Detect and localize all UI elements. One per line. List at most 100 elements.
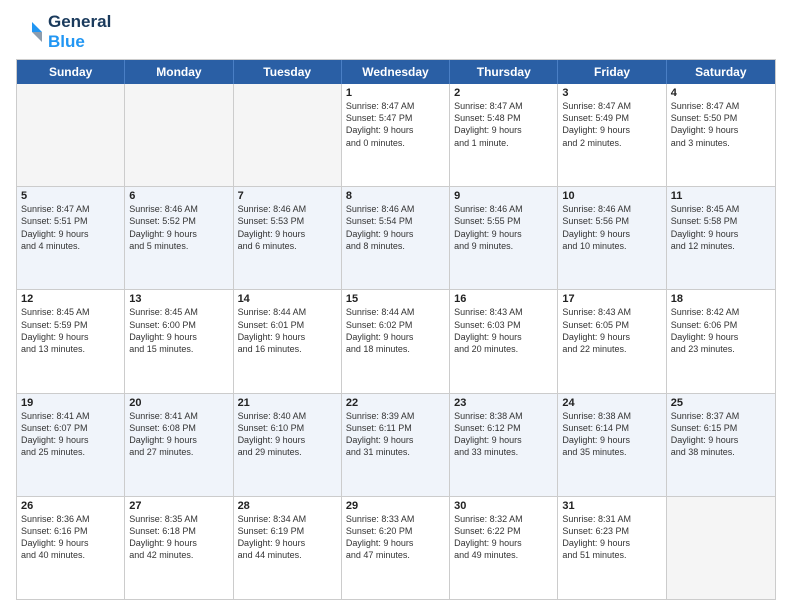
calendar-day-cell: 17Sunrise: 8:43 AM Sunset: 6:05 PM Dayli… bbox=[558, 290, 666, 392]
calendar-day-cell: 7Sunrise: 8:46 AM Sunset: 5:53 PM Daylig… bbox=[234, 187, 342, 289]
day-number: 18 bbox=[671, 293, 771, 305]
calendar-day-cell: 6Sunrise: 8:46 AM Sunset: 5:52 PM Daylig… bbox=[125, 187, 233, 289]
calendar-day-cell: 19Sunrise: 8:41 AM Sunset: 6:07 PM Dayli… bbox=[17, 394, 125, 496]
calendar-day-cell: 21Sunrise: 8:40 AM Sunset: 6:10 PM Dayli… bbox=[234, 394, 342, 496]
calendar-day-cell: 5Sunrise: 8:47 AM Sunset: 5:51 PM Daylig… bbox=[17, 187, 125, 289]
day-number: 10 bbox=[562, 190, 661, 202]
calendar-body: 1Sunrise: 8:47 AM Sunset: 5:47 PM Daylig… bbox=[17, 84, 775, 599]
day-number: 31 bbox=[562, 500, 661, 512]
day-number: 30 bbox=[454, 500, 553, 512]
day-info: Sunrise: 8:33 AM Sunset: 6:20 PM Dayligh… bbox=[346, 513, 445, 562]
day-number: 24 bbox=[562, 397, 661, 409]
weekday-header: Monday bbox=[125, 60, 233, 84]
calendar-day-cell: 23Sunrise: 8:38 AM Sunset: 6:12 PM Dayli… bbox=[450, 394, 558, 496]
logo: General Blue bbox=[16, 12, 111, 51]
calendar-day-cell: 30Sunrise: 8:32 AM Sunset: 6:22 PM Dayli… bbox=[450, 497, 558, 599]
calendar-row: 12Sunrise: 8:45 AM Sunset: 5:59 PM Dayli… bbox=[17, 290, 775, 393]
day-info: Sunrise: 8:42 AM Sunset: 6:06 PM Dayligh… bbox=[671, 306, 771, 355]
day-number: 3 bbox=[562, 87, 661, 99]
day-number: 17 bbox=[562, 293, 661, 305]
calendar-day-cell: 14Sunrise: 8:44 AM Sunset: 6:01 PM Dayli… bbox=[234, 290, 342, 392]
day-number: 23 bbox=[454, 397, 553, 409]
calendar-row: 1Sunrise: 8:47 AM Sunset: 5:47 PM Daylig… bbox=[17, 84, 775, 187]
day-number: 4 bbox=[671, 87, 771, 99]
calendar-day-cell: 12Sunrise: 8:45 AM Sunset: 5:59 PM Dayli… bbox=[17, 290, 125, 392]
day-info: Sunrise: 8:41 AM Sunset: 6:07 PM Dayligh… bbox=[21, 410, 120, 459]
calendar-day-cell: 13Sunrise: 8:45 AM Sunset: 6:00 PM Dayli… bbox=[125, 290, 233, 392]
calendar-day-cell: 9Sunrise: 8:46 AM Sunset: 5:55 PM Daylig… bbox=[450, 187, 558, 289]
day-info: Sunrise: 8:46 AM Sunset: 5:53 PM Dayligh… bbox=[238, 203, 337, 252]
day-number: 8 bbox=[346, 190, 445, 202]
day-number: 11 bbox=[671, 190, 771, 202]
day-number: 14 bbox=[238, 293, 337, 305]
calendar-row: 19Sunrise: 8:41 AM Sunset: 6:07 PM Dayli… bbox=[17, 394, 775, 497]
day-info: Sunrise: 8:44 AM Sunset: 6:02 PM Dayligh… bbox=[346, 306, 445, 355]
day-info: Sunrise: 8:46 AM Sunset: 5:52 PM Dayligh… bbox=[129, 203, 228, 252]
day-number: 29 bbox=[346, 500, 445, 512]
weekday-header: Friday bbox=[558, 60, 666, 84]
day-info: Sunrise: 8:45 AM Sunset: 5:58 PM Dayligh… bbox=[671, 203, 771, 252]
day-info: Sunrise: 8:46 AM Sunset: 5:56 PM Dayligh… bbox=[562, 203, 661, 252]
day-number: 5 bbox=[21, 190, 120, 202]
day-number: 7 bbox=[238, 190, 337, 202]
day-info: Sunrise: 8:47 AM Sunset: 5:50 PM Dayligh… bbox=[671, 100, 771, 149]
day-number: 13 bbox=[129, 293, 228, 305]
day-info: Sunrise: 8:43 AM Sunset: 6:03 PM Dayligh… bbox=[454, 306, 553, 355]
day-number: 2 bbox=[454, 87, 553, 99]
day-number: 12 bbox=[21, 293, 120, 305]
calendar-day-cell: 26Sunrise: 8:36 AM Sunset: 6:16 PM Dayli… bbox=[17, 497, 125, 599]
logo-text: General Blue bbox=[48, 12, 111, 51]
calendar-header: SundayMondayTuesdayWednesdayThursdayFrid… bbox=[17, 60, 775, 84]
day-info: Sunrise: 8:47 AM Sunset: 5:48 PM Dayligh… bbox=[454, 100, 553, 149]
calendar-empty-cell bbox=[17, 84, 125, 186]
calendar-day-cell: 3Sunrise: 8:47 AM Sunset: 5:49 PM Daylig… bbox=[558, 84, 666, 186]
calendar-day-cell: 20Sunrise: 8:41 AM Sunset: 6:08 PM Dayli… bbox=[125, 394, 233, 496]
day-info: Sunrise: 8:31 AM Sunset: 6:23 PM Dayligh… bbox=[562, 513, 661, 562]
calendar-empty-cell bbox=[125, 84, 233, 186]
calendar-day-cell: 29Sunrise: 8:33 AM Sunset: 6:20 PM Dayli… bbox=[342, 497, 450, 599]
day-number: 27 bbox=[129, 500, 228, 512]
day-info: Sunrise: 8:35 AM Sunset: 6:18 PM Dayligh… bbox=[129, 513, 228, 562]
day-info: Sunrise: 8:40 AM Sunset: 6:10 PM Dayligh… bbox=[238, 410, 337, 459]
day-info: Sunrise: 8:36 AM Sunset: 6:16 PM Dayligh… bbox=[21, 513, 120, 562]
calendar-day-cell: 10Sunrise: 8:46 AM Sunset: 5:56 PM Dayli… bbox=[558, 187, 666, 289]
page: General Blue SundayMondayTuesdayWednesda… bbox=[0, 0, 792, 612]
day-number: 25 bbox=[671, 397, 771, 409]
day-number: 20 bbox=[129, 397, 228, 409]
day-info: Sunrise: 8:41 AM Sunset: 6:08 PM Dayligh… bbox=[129, 410, 228, 459]
day-info: Sunrise: 8:46 AM Sunset: 5:54 PM Dayligh… bbox=[346, 203, 445, 252]
header: General Blue bbox=[16, 12, 776, 51]
weekday-header: Wednesday bbox=[342, 60, 450, 84]
day-number: 1 bbox=[346, 87, 445, 99]
calendar-empty-cell bbox=[667, 497, 775, 599]
day-info: Sunrise: 8:32 AM Sunset: 6:22 PM Dayligh… bbox=[454, 513, 553, 562]
calendar-day-cell: 27Sunrise: 8:35 AM Sunset: 6:18 PM Dayli… bbox=[125, 497, 233, 599]
day-info: Sunrise: 8:34 AM Sunset: 6:19 PM Dayligh… bbox=[238, 513, 337, 562]
calendar-day-cell: 24Sunrise: 8:38 AM Sunset: 6:14 PM Dayli… bbox=[558, 394, 666, 496]
calendar-day-cell: 31Sunrise: 8:31 AM Sunset: 6:23 PM Dayli… bbox=[558, 497, 666, 599]
calendar-row: 26Sunrise: 8:36 AM Sunset: 6:16 PM Dayli… bbox=[17, 497, 775, 599]
calendar-day-cell: 25Sunrise: 8:37 AM Sunset: 6:15 PM Dayli… bbox=[667, 394, 775, 496]
day-number: 16 bbox=[454, 293, 553, 305]
calendar-day-cell: 22Sunrise: 8:39 AM Sunset: 6:11 PM Dayli… bbox=[342, 394, 450, 496]
day-info: Sunrise: 8:45 AM Sunset: 5:59 PM Dayligh… bbox=[21, 306, 120, 355]
day-info: Sunrise: 8:37 AM Sunset: 6:15 PM Dayligh… bbox=[671, 410, 771, 459]
day-info: Sunrise: 8:44 AM Sunset: 6:01 PM Dayligh… bbox=[238, 306, 337, 355]
calendar-day-cell: 8Sunrise: 8:46 AM Sunset: 5:54 PM Daylig… bbox=[342, 187, 450, 289]
day-info: Sunrise: 8:39 AM Sunset: 6:11 PM Dayligh… bbox=[346, 410, 445, 459]
day-number: 26 bbox=[21, 500, 120, 512]
day-info: Sunrise: 8:47 AM Sunset: 5:51 PM Dayligh… bbox=[21, 203, 120, 252]
day-info: Sunrise: 8:38 AM Sunset: 6:12 PM Dayligh… bbox=[454, 410, 553, 459]
weekday-header: Thursday bbox=[450, 60, 558, 84]
calendar-day-cell: 1Sunrise: 8:47 AM Sunset: 5:47 PM Daylig… bbox=[342, 84, 450, 186]
calendar-day-cell: 18Sunrise: 8:42 AM Sunset: 6:06 PM Dayli… bbox=[667, 290, 775, 392]
calendar-day-cell: 15Sunrise: 8:44 AM Sunset: 6:02 PM Dayli… bbox=[342, 290, 450, 392]
logo-icon bbox=[16, 18, 44, 46]
calendar-row: 5Sunrise: 8:47 AM Sunset: 5:51 PM Daylig… bbox=[17, 187, 775, 290]
day-number: 6 bbox=[129, 190, 228, 202]
weekday-header: Sunday bbox=[17, 60, 125, 84]
day-info: Sunrise: 8:45 AM Sunset: 6:00 PM Dayligh… bbox=[129, 306, 228, 355]
day-info: Sunrise: 8:43 AM Sunset: 6:05 PM Dayligh… bbox=[562, 306, 661, 355]
calendar-empty-cell bbox=[234, 84, 342, 186]
day-number: 9 bbox=[454, 190, 553, 202]
